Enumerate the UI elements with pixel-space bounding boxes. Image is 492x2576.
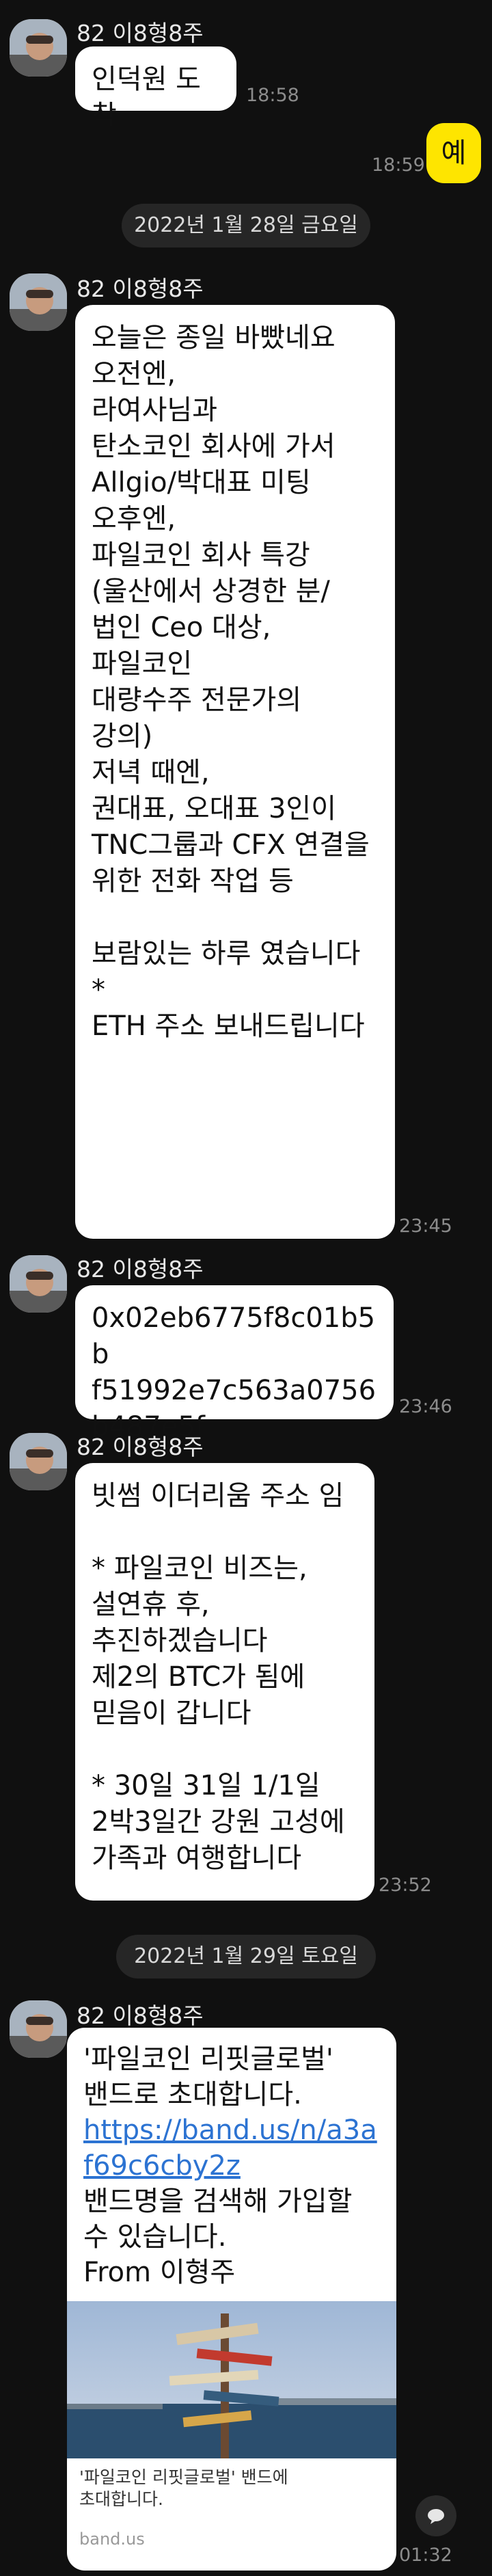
avatar[interactable] — [10, 273, 67, 331]
message-bubble[interactable]: 0x02eb6775f8c01b5b f51992e7c563a0756 b48… — [75, 1285, 394, 1443]
message-time: 18:58 — [246, 85, 299, 106]
avatar[interactable] — [10, 1255, 67, 1313]
my-message-bubble[interactable]: 예 — [426, 123, 481, 183]
message-bubble[interactable]: 인덕원 도착 — [75, 46, 236, 131]
message-time: 23:46 — [399, 1396, 452, 1417]
sender-name: 82 이8형8주 — [77, 1256, 204, 1283]
message-time: 18:59 — [372, 155, 425, 176]
sender-name: 82 이8형8주 — [77, 276, 204, 302]
message-time: 23:52 — [379, 1875, 432, 1896]
date-divider: 2022년 1월 29일 토요일 — [116, 1935, 376, 1978]
share-button[interactable] — [415, 2495, 456, 2536]
share-icon — [428, 2509, 444, 2524]
invite-text: '파일코인 리핏글로벌' 밴드로 초대합니다. https://band.us/… — [67, 2028, 396, 2290]
invite-line-3: 밴드명을 검색해 가입할 수 있습니다. From 이형주 — [83, 2186, 353, 2288]
sender-name: 82 이8형8주 — [77, 2002, 204, 2029]
sender-name: 82 이8형8주 — [77, 1434, 204, 1460]
preview-image — [67, 2301, 396, 2458]
link-preview[interactable]: '파일코인 리핏글로벌' 밴드에 초대합니다. band.us — [67, 2301, 396, 2571]
date-divider: 2022년 1월 28일 금요일 — [122, 204, 370, 247]
invite-line-1: '파일코인 리핏글로벌' — [83, 2043, 333, 2075]
band-link[interactable]: https://band.us/n/a3af69c6cby2z — [83, 2112, 380, 2184]
message-bubble[interactable]: 빗썸 이더리움 주소 임 * 파일코인 비즈는, 설연휴 후, 추진하겠습니다 … — [75, 1463, 374, 1901]
message-bubble[interactable]: 오늘은 종일 바빴네요 오전엔, 라여사님과 탄소코인 회사에 가서 Allgi… — [75, 305, 395, 1239]
invite-card[interactable]: '파일코인 리핏글로벌' 밴드로 초대합니다. https://band.us/… — [67, 2028, 396, 2571]
preview-domain: band.us — [79, 2530, 145, 2549]
message-time: 23:45 — [399, 1216, 452, 1237]
sender-name: 82 이8형8주 — [77, 20, 204, 46]
avatar[interactable] — [10, 1433, 67, 1490]
avatar[interactable] — [10, 2000, 67, 2058]
invite-line-2: 밴드로 초대합니다. — [83, 2079, 302, 2110]
preview-title: '파일코인 리핏글로벌' 밴드에 초대합니다. — [79, 2467, 288, 2509]
avatar[interactable] — [10, 19, 67, 77]
message-time: 01:32 — [399, 2545, 452, 2566]
